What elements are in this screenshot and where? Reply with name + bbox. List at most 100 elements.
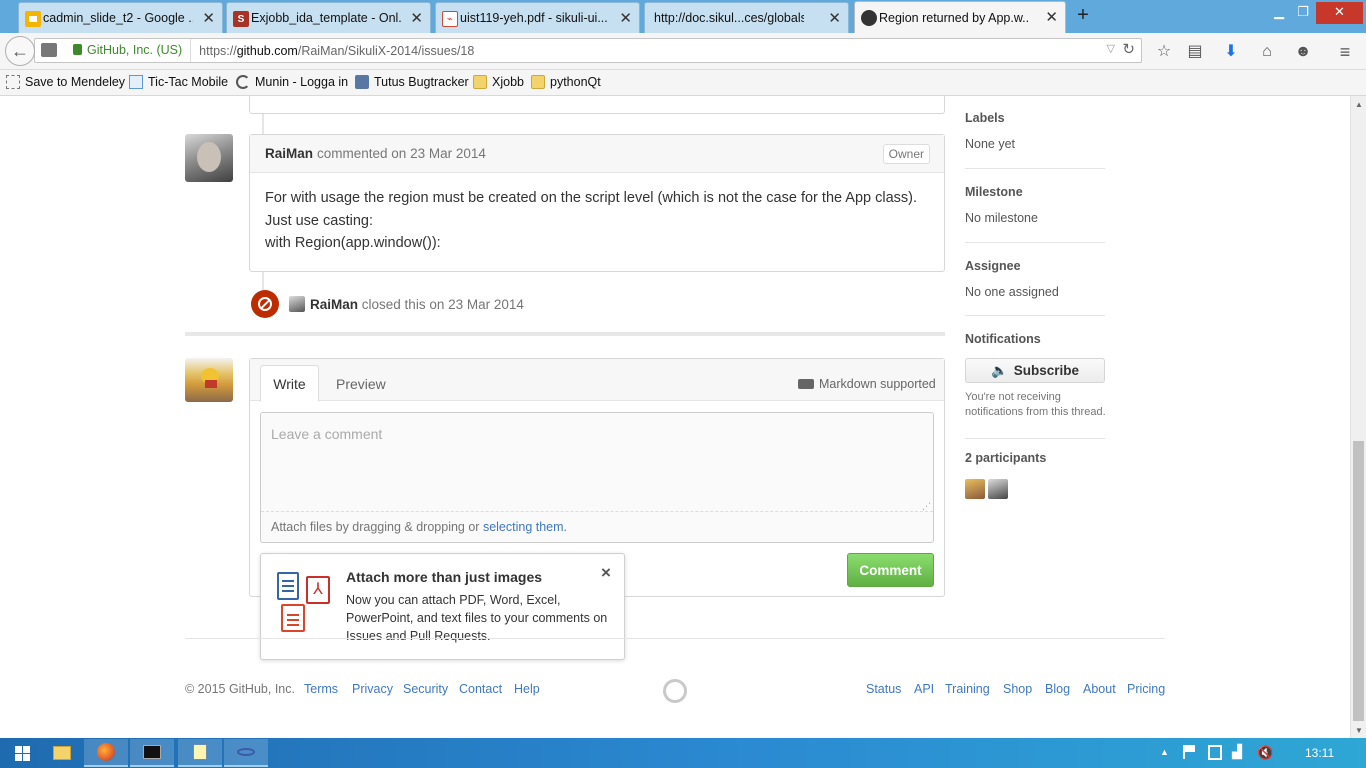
github-octocat-icon[interactable] xyxy=(663,679,687,703)
back-button[interactable]: ← xyxy=(5,36,35,66)
bookmark-tic-tac-mobile[interactable]: Tic-Tac Mobile xyxy=(129,75,228,89)
windows-start-icon[interactable] xyxy=(2,739,42,767)
pdf-icon: ⌁ xyxy=(442,11,458,27)
scroll-down-icon[interactable]: ▼ xyxy=(1355,726,1363,735)
dotted-box-icon xyxy=(6,75,20,89)
slides-icon xyxy=(25,11,41,27)
battery-icon[interactable] xyxy=(1208,745,1222,760)
show-hidden-icons-icon[interactable]: ▲ xyxy=(1160,747,1169,757)
dropdown-arrow-icon[interactable]: ▽ xyxy=(1107,42,1115,55)
timeline-line xyxy=(262,272,264,290)
assignee-heading[interactable]: Assignee xyxy=(965,259,1021,273)
footer-copyright: © 2015 GitHub, Inc. xyxy=(185,682,295,696)
firefox-icon[interactable] xyxy=(84,739,128,767)
tab-exjobb-template[interactable]: S Exjobb_ida_template - Onl... ✕ xyxy=(226,2,431,33)
pdf-file-icon: ⅄ xyxy=(306,576,330,604)
comment-meta[interactable]: commented on 23 Mar 2014 xyxy=(317,146,486,161)
clock[interactable]: 13:11 xyxy=(1305,746,1334,760)
bugtracker-icon xyxy=(355,75,369,89)
footer-link-training[interactable]: Training xyxy=(945,682,990,696)
volume-muted-icon[interactable]: 🔇 xyxy=(1257,745,1273,761)
current-user-avatar[interactable] xyxy=(185,358,233,402)
arrow-left-icon: ← xyxy=(11,40,29,61)
footer-link-blog[interactable]: Blog xyxy=(1045,682,1070,696)
download-icon[interactable]: ⬇ xyxy=(1221,42,1241,62)
network-signal-icon[interactable]: ▟ xyxy=(1232,744,1242,760)
tab-sikuli-globals[interactable]: http://doc.sikul...ces/globals.txt ✕ xyxy=(644,2,849,33)
bookmark-tutus-bugtracker[interactable]: Tutus Bugtracker xyxy=(355,75,469,89)
comment-textarea[interactable]: Leave a comment ⋰ Attach files by draggi… xyxy=(260,412,934,543)
sidebar-divider xyxy=(965,438,1105,439)
raiman-avatar[interactable] xyxy=(185,134,233,182)
tab-write[interactable]: Write xyxy=(260,365,319,402)
chat-icon[interactable]: ☻ xyxy=(1293,42,1313,62)
maximize-icon[interactable]: ❐ xyxy=(1292,2,1314,24)
scroll-up-icon[interactable]: ▲ xyxy=(1355,100,1363,109)
bookmark-folder-pythonqt[interactable]: pythonQt xyxy=(531,75,601,89)
popup-close-icon[interactable]: × xyxy=(601,563,611,583)
bookmark-star-icon[interactable]: ☆ xyxy=(1154,42,1174,62)
subscribe-button[interactable]: 🔈 Subscribe xyxy=(965,358,1105,383)
bookmark-folder-xjobb[interactable]: Xjobb xyxy=(473,75,524,89)
tab-uist-pdf[interactable]: ⌁ uist119-yeh.pdf - sikuli-ui... ✕ xyxy=(435,2,640,33)
command-prompt-icon[interactable] xyxy=(130,739,174,767)
footer-link-help[interactable]: Help xyxy=(514,682,540,696)
lock-icon xyxy=(73,44,82,55)
closed-event: RaiMan closed this on 23 Mar 2014 xyxy=(310,297,524,312)
site-identity[interactable]: GitHub, Inc. (US) xyxy=(35,39,192,62)
tab-preview[interactable]: Preview xyxy=(336,376,386,392)
minimize-icon[interactable]: ▁ xyxy=(1268,2,1290,24)
footer-link-shop[interactable]: Shop xyxy=(1003,682,1032,696)
footer-link-privacy[interactable]: Privacy xyxy=(352,682,393,696)
footer-link-security[interactable]: Security xyxy=(403,682,448,696)
discussion-divider xyxy=(185,332,945,336)
flag-icon[interactable] xyxy=(1183,745,1197,759)
markdown-supported[interactable]: Markdown supported xyxy=(798,377,936,391)
comment-submit-button[interactable]: Comment xyxy=(847,553,934,587)
file-explorer-icon[interactable] xyxy=(40,739,84,767)
comment-placeholder: Leave a comment xyxy=(271,426,383,442)
menu-icon[interactable]: ≡ xyxy=(1335,42,1355,62)
comment-author[interactable]: RaiMan xyxy=(265,146,313,161)
page-scrollbar[interactable]: ▲ ▼ xyxy=(1350,96,1366,738)
footer-link-pricing[interactable]: Pricing xyxy=(1127,682,1165,696)
participant-avatar[interactable] xyxy=(988,479,1008,499)
event-author[interactable]: RaiMan xyxy=(310,297,358,312)
close-tab-icon[interactable]: ✕ xyxy=(410,9,423,27)
reload-icon[interactable]: ↻ xyxy=(1122,40,1135,58)
resize-grip-icon[interactable]: ⋰ xyxy=(922,501,931,512)
tab-groups-icon[interactable] xyxy=(41,43,57,57)
close-tab-icon[interactable]: ✕ xyxy=(619,9,632,27)
milestone-heading[interactable]: Milestone xyxy=(965,185,1023,199)
labels-heading[interactable]: Labels xyxy=(965,111,1005,125)
address-bar[interactable]: GitHub, Inc. (US) https://github.com/Rai… xyxy=(34,38,1142,63)
new-tab-button[interactable]: + xyxy=(1072,4,1094,26)
app-icon[interactable] xyxy=(224,739,268,767)
notepad-icon[interactable] xyxy=(178,739,222,767)
bookmark-munin[interactable]: Munin - Logga in xyxy=(236,75,348,89)
url-text[interactable]: https://github.com/RaiMan/SikuliX-2014/i… xyxy=(191,44,474,58)
close-tab-icon[interactable]: ✕ xyxy=(202,9,215,27)
select-files-link[interactable]: selecting them. xyxy=(483,520,567,534)
bookmark-save-to-mendeley[interactable]: Save to Mendeley xyxy=(6,75,125,89)
close-tab-icon[interactable]: ✕ xyxy=(1045,8,1058,26)
tab-region-returned[interactable]: Region returned by App.w... ✕ xyxy=(854,1,1066,33)
home-icon[interactable]: ⌂ xyxy=(1257,42,1277,62)
scrollbar-thumb[interactable] xyxy=(1353,441,1364,721)
popup-body: Now you can attach PDF, Word, Excel, Pow… xyxy=(346,593,608,643)
tab-cadmin-slide[interactable]: cadmin_slide_t2 - Google ... ✕ xyxy=(18,2,223,33)
navigation-bar: GitHub, Inc. (US) https://github.com/Rai… xyxy=(0,33,1366,70)
notifications-note: You're not receiving notifications from … xyxy=(965,391,1106,418)
footer-link-about[interactable]: About xyxy=(1083,682,1116,696)
footer-link-contact[interactable]: Contact xyxy=(459,682,502,696)
sidebar-divider xyxy=(965,242,1105,243)
footer-link-terms[interactable]: Terms xyxy=(304,682,338,696)
reading-list-icon[interactable]: ▤ xyxy=(1185,42,1205,62)
footer-link-api[interactable]: API xyxy=(914,682,934,696)
participant-avatar[interactable] xyxy=(965,479,985,499)
footer-link-status[interactable]: Status xyxy=(866,682,901,696)
folder-icon xyxy=(473,75,487,89)
raiman-mini-avatar[interactable] xyxy=(289,296,305,312)
close-tab-icon[interactable]: ✕ xyxy=(828,9,841,27)
close-window-icon[interactable]: ✕ xyxy=(1316,2,1363,24)
